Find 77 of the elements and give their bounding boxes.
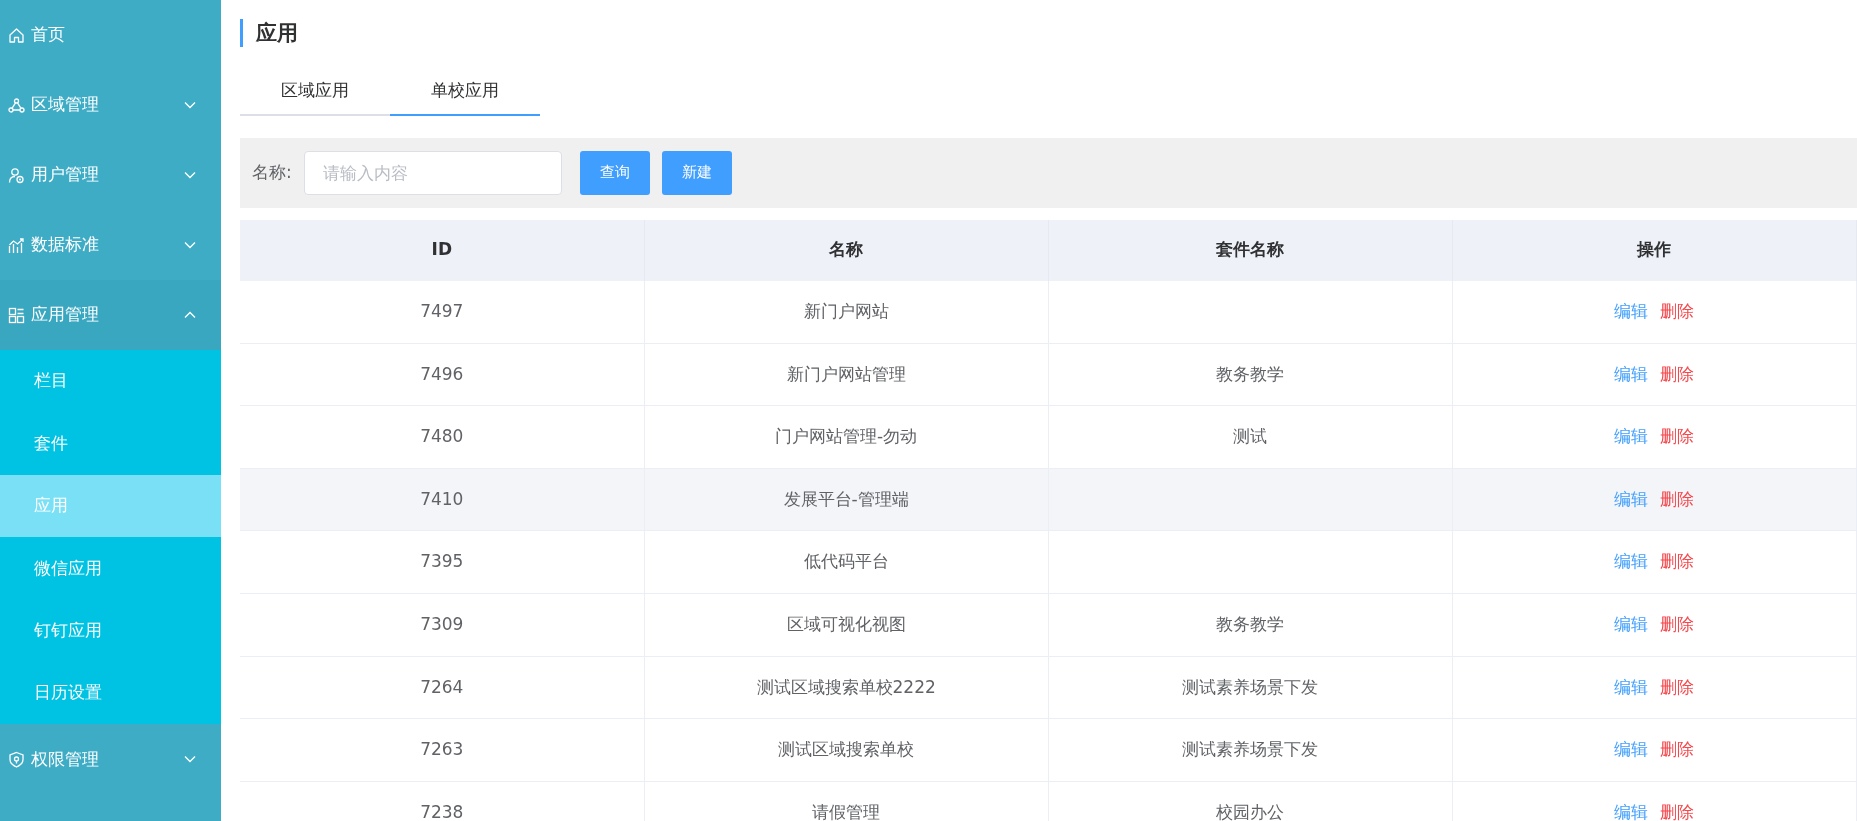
grid-icon [8,306,25,324]
field-label: 名称: [252,160,292,184]
delete-link[interactable]: 删除 [1654,424,1701,450]
table-cell: 7263 [240,718,645,782]
edit-link[interactable]: 编辑 [1608,361,1655,388]
network-icon [8,96,25,114]
table-cell: 测试 [1048,405,1453,469]
edit-link[interactable]: 编辑 [1608,612,1655,638]
column-header: ID [240,219,645,281]
table-cell: 7309 [240,593,645,657]
chart-icon [8,236,25,254]
table-cell: 区域可视化视图 [644,593,1049,657]
sidebar-item[interactable]: 首页 [0,0,221,70]
submenu-item[interactable]: 栏目 [0,350,221,413]
delete-link[interactable]: 删除 [1654,298,1701,325]
sidebar-item[interactable]: 权限管理 [0,724,221,795]
sidebar-item[interactable]: 区域管理 [0,70,221,140]
edit-link[interactable]: 编辑 [1608,674,1655,701]
table-cell: 发展平台-管理端 [644,468,1049,531]
table-cell: 7395 [240,530,645,594]
edit-link[interactable]: 编辑 [1608,799,1655,821]
sidebar-item-label: 用户管理 [31,163,99,187]
user-gear-icon [8,166,25,184]
delete-link[interactable]: 删除 [1654,486,1701,513]
home-icon [8,26,25,44]
delete-link[interactable]: 删除 [1654,737,1701,763]
table-cell: 新门户网站管理 [644,343,1049,406]
column-header: 套件名称 [1048,219,1453,281]
sidebar-item[interactable]: 应用管理 [0,280,221,350]
delete-link[interactable]: 删除 [1654,361,1701,388]
table-cell: 测试素养场景下发 [1048,656,1453,719]
table-cell: 测试素养场景下发 [1048,718,1453,782]
table-cell: 低代码平台 [644,530,1049,594]
search-field[interactable]: 请输入内容 [303,150,562,195]
delete-link[interactable]: 删除 [1654,674,1701,701]
table-cell: 教务教学 [1048,593,1453,657]
submenu-item[interactable]: 应用 [0,474,221,538]
column-header: 名称 [644,219,1049,281]
submenu-item[interactable]: 日历设置 [0,661,221,725]
table-cell: 7410 [240,468,645,531]
table-cell: 教务教学 [1048,343,1453,406]
table-cell: 7497 [240,280,645,344]
table-cell: 7264 [240,656,645,719]
delete-link[interactable]: 删除 [1654,549,1701,575]
edit-link[interactable]: 编辑 [1608,549,1655,575]
table-cell: 7480 [240,405,645,469]
table-cell: 测试区域搜索单校2222 [644,656,1049,719]
page-title: 应用 [240,19,1857,47]
table-cell: 7496 [240,343,645,406]
table-cell: 新门户网站 [644,280,1049,344]
sidebar-item[interactable]: 数据标准 [0,210,221,280]
delete-link[interactable]: 删除 [1654,799,1701,821]
column-header: 操作 [1452,219,1857,281]
search-button[interactable]: 查询 [579,150,650,195]
delete-link[interactable]: 删除 [1654,612,1701,638]
table-cell: 校园办公 [1048,781,1453,821]
sidebar-item-label: 数据标准 [31,233,99,257]
sidebar-item-label: 首页 [31,23,65,47]
tab[interactable]: 单校应用 [390,74,540,116]
shield-icon [8,750,25,768]
edit-link[interactable]: 编辑 [1608,486,1655,513]
sidebar-item-label: 区域管理 [31,93,99,117]
table-cell: 门户网站管理-勿动 [644,405,1049,469]
edit-link[interactable]: 编辑 [1608,298,1655,325]
submenu-item[interactable]: 套件 [0,412,221,475]
edit-link[interactable]: 编辑 [1608,424,1655,450]
create-button[interactable]: 新建 [661,150,732,195]
sidebar-item[interactable]: 用户管理 [0,140,221,210]
table-cell: 测试区域搜索单校 [644,718,1049,782]
submenu-item[interactable]: 微信应用 [0,537,221,600]
edit-link[interactable]: 编辑 [1608,737,1655,763]
submenu-item[interactable]: 钉钉应用 [0,599,221,662]
tab[interactable]: 区域应用 [240,74,390,116]
sidebar-item-label: 权限管理 [31,747,99,771]
table-cell: 请假管理 [644,781,1049,821]
sidebar-item-label: 应用管理 [31,303,99,327]
table-cell: 7238 [240,781,645,821]
